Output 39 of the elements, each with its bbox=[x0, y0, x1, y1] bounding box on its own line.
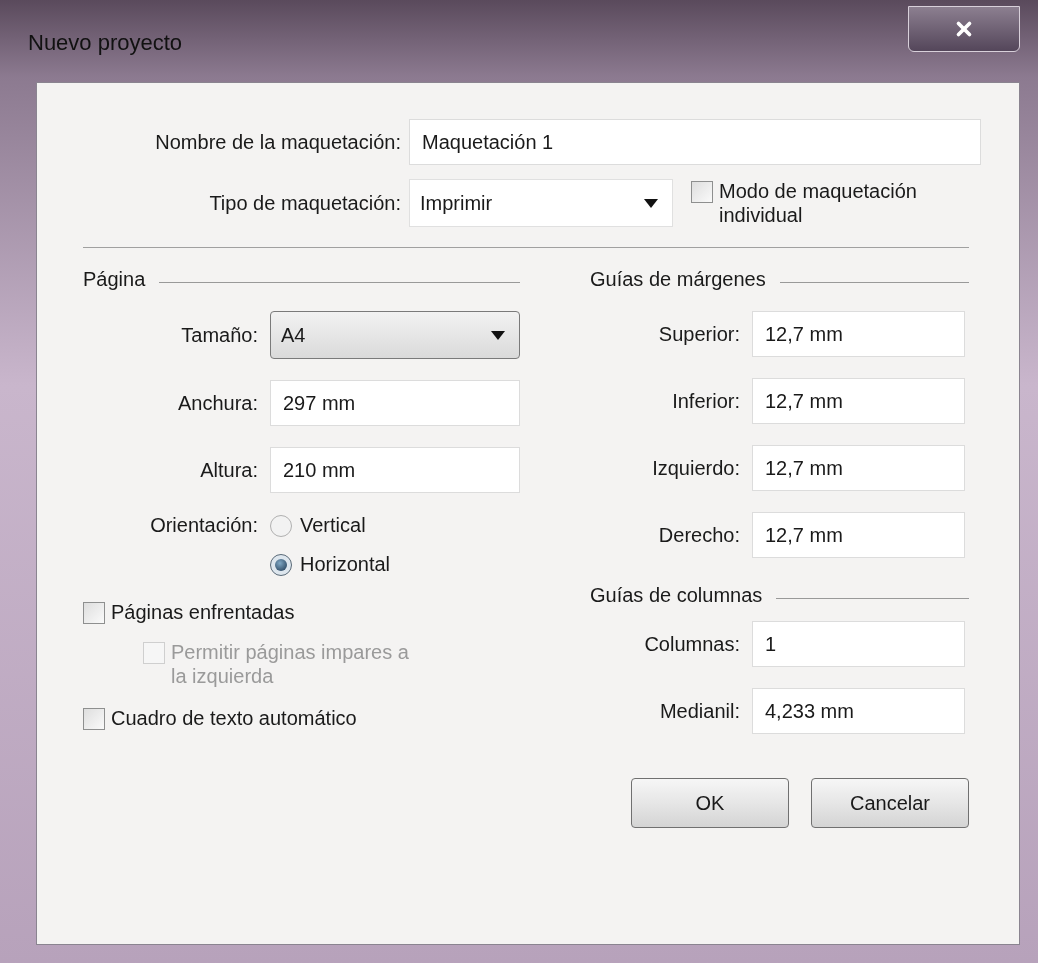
window-title: Nuevo proyecto bbox=[28, 30, 183, 56]
field-label: Orientación: bbox=[149, 514, 258, 537]
caret-icon bbox=[644, 198, 658, 208]
dialog-button[interactable]: OK bbox=[631, 778, 789, 828]
section-title: Guías de márgenes bbox=[590, 268, 766, 291]
radio-button[interactable] bbox=[270, 514, 292, 537]
dialog-button[interactable]: Cancelar bbox=[811, 778, 969, 828]
input-field[interactable]: 210 mm bbox=[270, 447, 520, 493]
input-field[interactable]: 4,233 mm bbox=[752, 688, 965, 734]
checkbox[interactable]: Páginas enfrentadas bbox=[83, 600, 520, 624]
input-field[interactable]: 12,7 mm bbox=[752, 512, 965, 558]
caret-icon bbox=[491, 330, 505, 340]
field-label: Inferior: bbox=[671, 389, 740, 413]
field-label: Izquierdo: bbox=[651, 456, 740, 480]
checkbox[interactable]: Cuadro de texto automático bbox=[83, 706, 520, 730]
input-field[interactable]: Maquetación 1 bbox=[409, 119, 981, 165]
input-field[interactable]: 12,7 mm bbox=[752, 311, 965, 357]
field-label: Columnas: bbox=[643, 632, 740, 656]
layout-type-dropdown[interactable]: Imprimir bbox=[409, 179, 673, 227]
field-label: Altura: bbox=[199, 458, 258, 482]
radio-label: Vertical bbox=[300, 514, 366, 537]
field-label: Anchura: bbox=[176, 391, 258, 415]
input-field[interactable]: 1 bbox=[752, 621, 965, 667]
input-field[interactable]: 297 mm bbox=[270, 380, 520, 426]
field-label: Tamaño: bbox=[180, 323, 258, 347]
size-dropdown[interactable]: A4 bbox=[270, 311, 520, 359]
section-title: Página bbox=[83, 268, 146, 291]
radio-button[interactable] bbox=[270, 553, 292, 576]
checkbox[interactable]: Modo de maquetación individual bbox=[691, 179, 981, 227]
radio-label: Horizontal bbox=[300, 553, 391, 576]
field-label: Superior: bbox=[657, 322, 740, 346]
close-button[interactable] bbox=[908, 6, 1020, 52]
field-label: Medianil: bbox=[658, 699, 740, 723]
input-field[interactable]: 12,7 mm bbox=[752, 445, 965, 491]
section-title: Guías de columnas bbox=[590, 584, 763, 607]
input-field[interactable]: 12,7 mm bbox=[752, 378, 965, 424]
field-label: Derecho: bbox=[657, 523, 740, 547]
field-label: Tipo de maquetación: bbox=[208, 191, 401, 215]
field-label: Nombre de la maquetación: bbox=[154, 130, 401, 154]
